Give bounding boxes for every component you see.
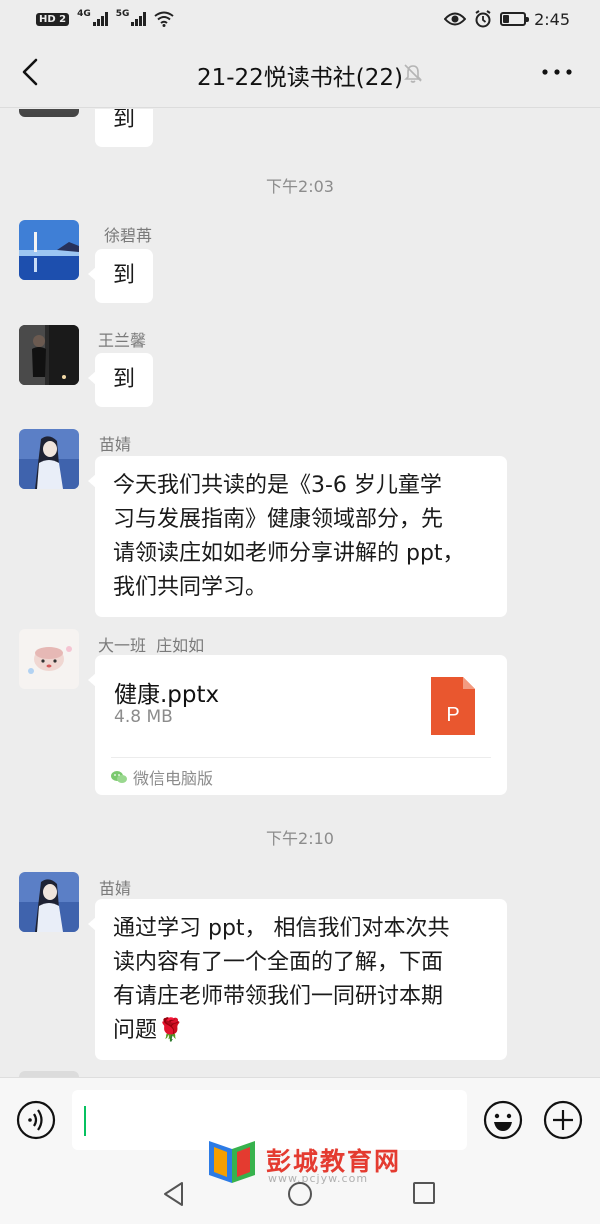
watermark-url: www.pcjyw.com: [268, 1172, 369, 1185]
status-time: 2:45: [534, 9, 570, 29]
sender-name: 苗婧: [99, 879, 132, 898]
nav-home-icon[interactable]: [286, 1180, 314, 1208]
file-size: 4.8 MB: [114, 707, 173, 727]
file-icon-letter: P: [446, 704, 459, 726]
plus-icon[interactable]: [543, 1100, 583, 1140]
network-5g-label: 5G: [115, 9, 130, 19]
avatar-anime-girl-image: [19, 872, 79, 932]
alarm-icon: [475, 10, 491, 28]
battery-icon: [500, 12, 530, 26]
avatar[interactable]: [19, 872, 79, 932]
nav-recent-icon[interactable]: [412, 1181, 436, 1205]
text-caret: [84, 1106, 86, 1136]
wifi-icon: [154, 11, 175, 27]
avatar-cartoon-image: [19, 629, 79, 689]
wechat-pc-icon: [111, 771, 127, 783]
chat-header: 21-22悦读书社(22): [0, 38, 600, 108]
chat-messages[interactable]: 到 下午2:03 徐碧苒 到 王兰馨 到 苗婧 今天我们共读的是《3-6 岁儿童…: [0, 109, 600, 1077]
watermark-logo-icon: [209, 1141, 255, 1183]
file-source: 微信电脑版: [111, 765, 213, 789]
message-line: 我们共同学习。: [113, 575, 268, 600]
mute-bell-icon: [404, 64, 422, 83]
pptx-file-icon: P: [431, 677, 475, 735]
message-line: 问题🌹: [113, 1018, 185, 1043]
file-source-label: 微信电脑版: [133, 769, 214, 788]
message-bubble[interactable]: 通过学习 ppt， 相信我们对本次共 读内容有了一个全面的了解，下面 有请庄老师…: [88, 899, 507, 1060]
message-input[interactable]: [72, 1090, 467, 1150]
status-bar-left: HD 2 4G 5G: [36, 9, 175, 27]
hd-badge: HD 2: [36, 12, 70, 26]
emoji-icon[interactable]: [483, 1100, 523, 1140]
message-bubble[interactable]: 到: [87, 249, 154, 303]
message-text: 到: [113, 109, 136, 132]
timestamp: 下午2:10: [266, 829, 334, 848]
message-line: 有请庄老师带领我们一同研讨本期: [113, 984, 444, 1009]
timestamp: 下午2:03: [266, 177, 334, 196]
sender-name: 王兰馨: [98, 331, 147, 350]
message-line: 读内容有了一个全面的了解，下面: [113, 950, 444, 975]
sender-name: 苗婧: [99, 435, 132, 454]
avatar[interactable]: [19, 629, 79, 689]
signal-icon: [92, 12, 108, 26]
sender-name: 大一班 庄如如: [98, 636, 205, 655]
chat-title: 21-22悦读书社(22): [196, 65, 404, 91]
message-text: 到: [113, 367, 136, 392]
file-name: 健康.pptx: [114, 682, 220, 708]
message-line: 通过学习 ppt， 相信我们对本次共: [113, 916, 450, 941]
message-bubble[interactable]: 到: [87, 353, 154, 407]
battery-level: [503, 15, 510, 23]
avatar-lighthouse-image: [19, 220, 79, 280]
eye-icon: [444, 12, 467, 26]
sender-name: 徐碧苒: [104, 226, 153, 245]
avatar-partial[interactable]: [19, 109, 79, 117]
avatar[interactable]: [19, 429, 79, 489]
status-bar-right: 2:45: [444, 10, 570, 29]
message-bubble-partial[interactable]: 到: [95, 109, 154, 147]
message-line: 习与发展指南》健康领域部分，先: [113, 507, 444, 532]
nav-back-icon[interactable]: [160, 1180, 188, 1208]
avatar-anime-girl-image: [19, 429, 79, 489]
more-icon[interactable]: [540, 62, 574, 82]
avatar[interactable]: [19, 220, 79, 280]
voice-icon[interactable]: [16, 1100, 56, 1140]
avatar[interactable]: [19, 325, 79, 385]
message-line: 请领读庄如如老师分享讲解的 ppt，: [113, 541, 465, 566]
file-card-divider: [111, 757, 491, 758]
network-4g-label: 4G: [77, 9, 91, 19]
signal-2-icon: [131, 12, 147, 26]
message-text: 到: [113, 263, 136, 288]
avatar-dark-photo-image: [19, 325, 79, 385]
file-message-card[interactable]: 健康.pptx 4.8 MB P 微信电脑版: [88, 655, 507, 795]
message-bubble[interactable]: 今天我们共读的是《3-6 岁儿童学 习与发展指南》健康领域部分，先 请领读庄如如…: [88, 456, 507, 617]
status-bar: HD 2 4G 5G 2:45: [0, 0, 600, 38]
message-line: 今天我们共读的是《3-6 岁儿童学: [113, 473, 442, 498]
